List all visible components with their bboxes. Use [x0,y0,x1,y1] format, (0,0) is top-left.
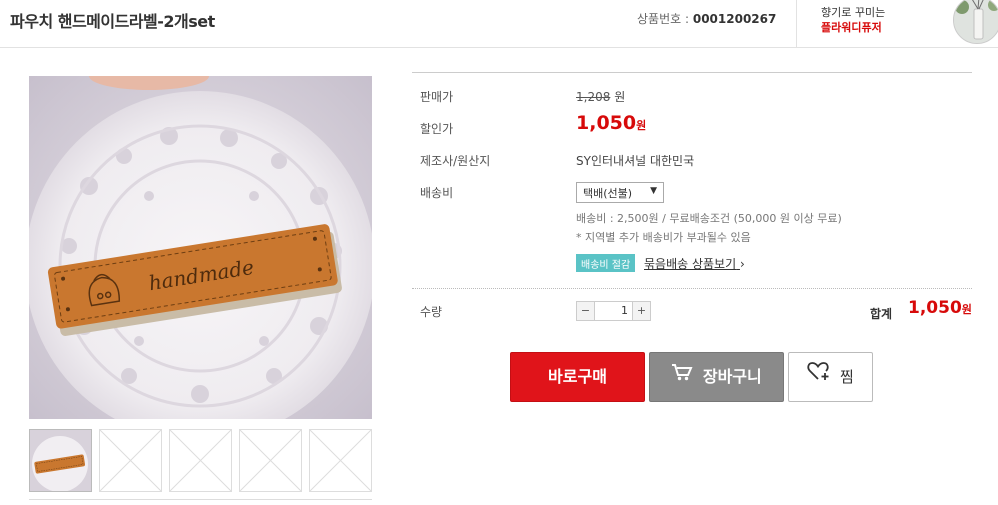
list-price-unit: 원 [614,90,626,104]
seller-box[interactable]: 향기로 꾸미는 플라워디퓨저 [796,0,998,47]
shipping-note: * 지역별 추가 배송비가 부과될수 있음 [576,231,751,244]
quantity-stepper: − 1 + [576,301,651,321]
shipping-method-select[interactable]: 택배(선불) ▼ [576,182,664,203]
maker-label: 제조사/원산지 [420,154,491,168]
thumbnail-1[interactable] [29,429,92,492]
thumbnail-3[interactable] [169,429,232,492]
bundle-shipping-link[interactable]: 묶음배송 상품보기 › [644,255,745,272]
sale-price: 1,050원 [576,112,646,134]
product-code-label: 상품번호 : [637,12,690,26]
buy-now-button[interactable]: 바로구매 [510,352,645,402]
thumbnail-5[interactable] [309,429,372,492]
list-price-value: 1,208 [576,90,611,104]
avatar[interactable] [953,0,998,44]
bundle-link-label: 묶음배송 상품보기 [644,257,737,271]
product-code: 상품번호 : 0001200267 [637,10,776,27]
thumbnail-2[interactable] [99,429,162,492]
quantity-input[interactable]: 1 [596,302,632,320]
heart-plus-icon [807,352,831,400]
page-title: 파우치 핸드메이드라벨-2개set [10,12,215,31]
divider [412,72,972,73]
seller-slogan: 향기로 꾸미는 [821,6,886,19]
add-to-cart-label: 장바구니 [702,367,762,386]
sale-price-unit: 원 [636,119,647,132]
shipping-label: 배송비 [420,186,454,200]
buy-now-label: 바로구매 [548,367,607,386]
list-price: 1,208 원 [576,88,625,105]
seller-name[interactable]: 플라워디퓨저 [821,19,882,35]
thumbnail-4[interactable] [239,429,302,492]
sale-price-label: 할인가 [420,122,454,136]
chevron-down-icon: ▼ [650,186,657,196]
cart-icon [671,352,693,400]
wishlist-button[interactable]: 찜 [788,352,873,402]
quantity-decrease-button[interactable]: − [577,302,595,320]
chevron-right-icon: › [739,257,745,271]
divider [29,499,372,500]
sale-price-value: 1,050 [576,112,637,134]
list-price-label: 판매가 [420,90,454,104]
total-label: 합계 [870,307,893,321]
shipping-fee-text: 배송비 : 2,500원 / 무료배송조건 (50,000 원 이상 무료) [576,212,842,225]
quantity-increase-button[interactable]: + [632,302,650,320]
product-code-value: 0001200267 [692,12,777,26]
total-price-value: 1,050 [908,298,962,318]
total-price: 1,050원 [908,298,972,318]
main-product-image[interactable]: handmade [29,76,372,419]
quantity-label: 수량 [420,305,443,319]
product-header: 파우치 핸드메이드라벨-2개set 상품번호 : 0001200267 향기로 … [0,0,998,48]
shipping-selected-value: 택배(선불) [583,187,633,200]
thumbnail-strip [29,429,372,492]
add-to-cart-button[interactable]: 장바구니 [649,352,784,402]
wishlist-label: 찜 [839,368,854,386]
total-price-unit: 원 [961,303,972,316]
maker-value: SY인터내셔널 대한민국 [576,154,695,168]
divider [412,288,972,289]
shipping-saving-badge: 배송비 절감 [576,254,636,272]
